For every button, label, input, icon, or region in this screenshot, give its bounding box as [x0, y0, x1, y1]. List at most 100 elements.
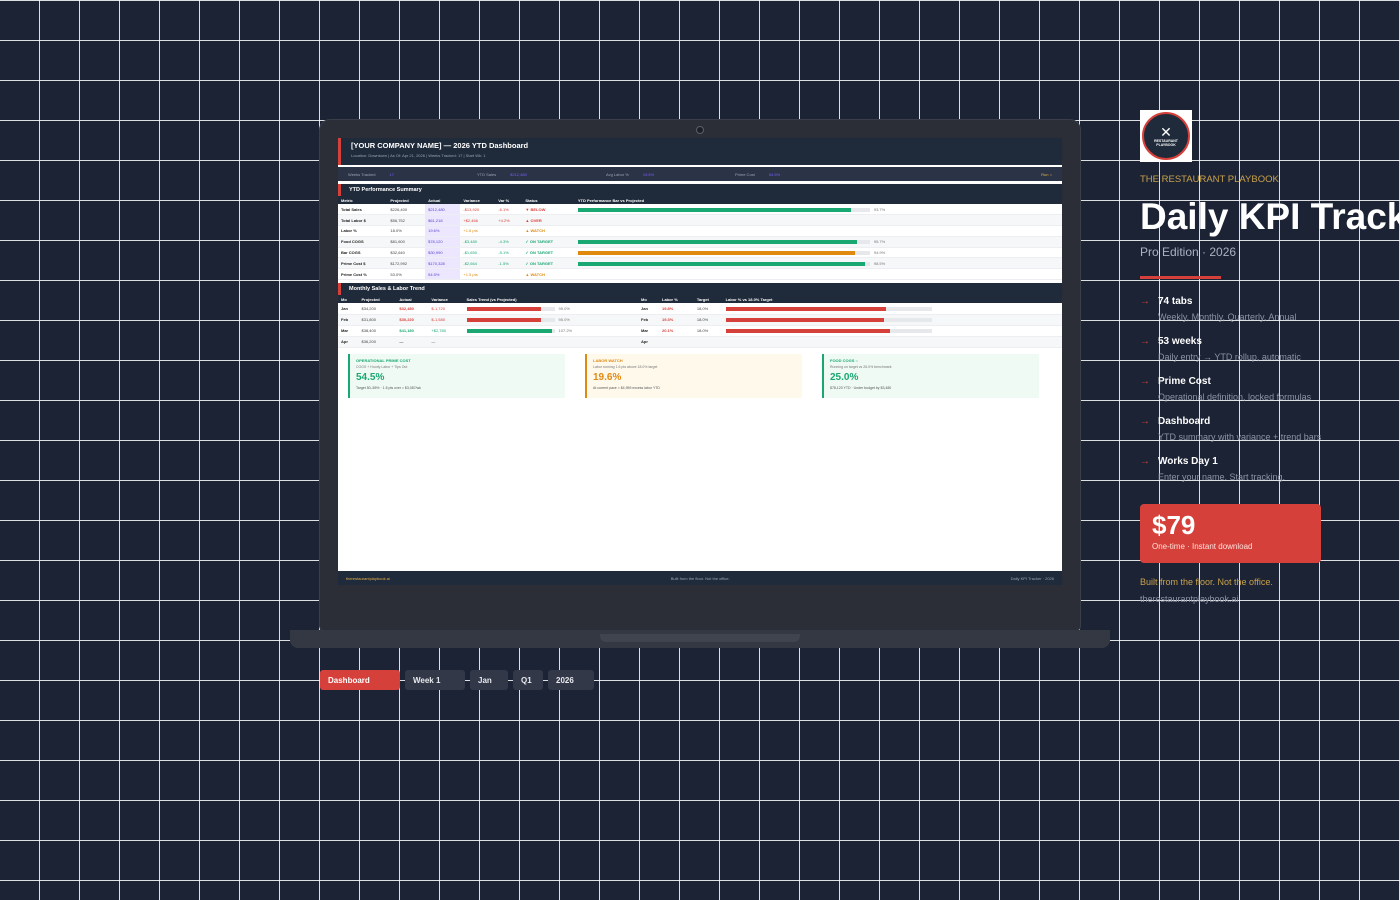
variance-pct-cell: -6.1%: [495, 204, 523, 216]
table-row: Bar COGS $32,640 $30,990 -$1,650 -5.1% ✓ ON T…: [338, 247, 1062, 259]
ytd-column-header: Metric: [338, 196, 388, 204]
laptop-frame: [YOUR COMPANY NAME] — 2026 YTD Dashboard…: [320, 120, 1080, 630]
arrow-right-icon: →: [1140, 296, 1150, 307]
tab-dashboard[interactable]: Dashboard: [320, 670, 400, 690]
sales-bar-label: 107.2%: [558, 328, 573, 334]
feature-description: YTD summary with variance + trend bars: [1158, 432, 1322, 442]
crossed-utensils-icon: ✕: [1160, 124, 1172, 140]
feature-list: → 74 tabs Weekly, Monthly, Quarterly, Annu…: [1140, 296, 1395, 496]
monthly-trend: Mo Projected Actual Variance Sales Trend (vs…: [338, 295, 1062, 348]
actual-cell[interactable]: 54.5%: [425, 268, 461, 281]
actual-cell[interactable]: $212,480: [425, 204, 461, 216]
variance-pct-cell: [495, 225, 523, 237]
stat-prime: Prime Cost 54.5%: [735, 172, 864, 177]
performance-bar-cell: 95.7%: [574, 236, 1062, 248]
feature-title: Dashboard: [1158, 416, 1211, 427]
stat-value: 54.5%: [768, 171, 781, 177]
feature-title: 74 tabs: [1158, 296, 1193, 307]
sales-trend-table: Mo Projected Actual Variance Sales Trend (vs…: [338, 295, 638, 348]
actual-cell[interactable]: $170,328: [425, 257, 461, 270]
stat-strip: Weeks Tracked 17 YTD Sales $212,480 Avg La…: [338, 167, 1062, 181]
stat-label: Avg Labor %: [606, 171, 629, 177]
sales-bar-label: 95.0%: [558, 317, 570, 323]
month-cell: Jan: [338, 303, 359, 315]
stat-label: YTD Sales: [477, 171, 497, 177]
status-badge: ✓ ON TARGET: [522, 236, 575, 248]
dashboard-footer: therestaurantplaybook.ai Built from the …: [338, 571, 1062, 585]
performance-bar-label: 93.7%: [873, 206, 886, 212]
status-badge: ▲ WATCH: [522, 268, 575, 281]
feature-item: → Works Day 1 Enter your name. Start track…: [1140, 456, 1395, 496]
performance-bar-cell: 93.7%: [574, 204, 1062, 216]
projected-cell: $56,752: [387, 214, 426, 227]
ytd-section-title: YTD Performance Summary: [338, 184, 1062, 196]
stat-label: Prime Cost: [735, 171, 755, 177]
labor-bar: [725, 329, 932, 334]
table-row: Jan $34,200 $32,480 $-1,720 95.0%: [338, 303, 638, 315]
footer-tagline: Built from the floor. Not the office.: [670, 575, 730, 581]
laptop-notch: [600, 634, 800, 642]
month-cell: Mar: [638, 325, 659, 337]
actual-cell[interactable]: $30,990: [425, 247, 461, 259]
metric-cell: Total Sales: [338, 204, 388, 216]
sales-bar: [466, 306, 555, 311]
actual-cell[interactable]: $61,218: [425, 214, 461, 227]
tab-jan[interactable]: Jan: [470, 670, 508, 690]
run-badge[interactable]: Run ○: [1041, 172, 1052, 177]
sales-bar-cell: 95.0%: [463, 314, 638, 326]
metric-cell: Total Labor $: [338, 214, 388, 227]
table-row: Mar $38,400 $41,180 +$2,780 107.2%: [338, 325, 638, 337]
sales-bar-cell: 95.0%: [463, 303, 638, 315]
kpi-card-value: 19.6%: [593, 371, 622, 383]
month-cell: Apr: [338, 336, 359, 348]
labor-pct-cell: 20.1%: [659, 325, 694, 337]
kpi-card-description: Labor running 1.6 pts above 18.0% target: [593, 364, 658, 369]
dashboard-subtitle: Location: Downtown | As Of: Apr 21, 2026…: [351, 153, 486, 158]
kpi-card-value: 54.5%: [356, 371, 385, 383]
projected-cell: $172,992: [387, 257, 426, 270]
performance-bar-cell: [574, 214, 1062, 227]
variance-cell: +$2,466: [460, 214, 496, 227]
laptop-base: [290, 630, 1110, 648]
kpi-card-footnote: $78,120 YTD · Under budget by $3,480: [830, 385, 892, 390]
month-cell: Feb: [338, 314, 359, 326]
feature-description: Weekly, Monthly, Quarterly, Annual: [1158, 312, 1297, 322]
projected-cell: $31,800: [358, 314, 397, 326]
kpi-cards: OPERATIONAL PRIME COST COGS + Hourly Labo…: [338, 348, 1062, 404]
tab-week-1[interactable]: Week 1: [405, 670, 465, 690]
projected-cell: $34,200: [358, 303, 397, 315]
tab-2026[interactable]: 2026: [548, 670, 594, 690]
labor-bar: [725, 318, 932, 323]
kpi-card: LABOR WATCH Labor running 1.6 pts above 1…: [585, 353, 802, 398]
kpi-card-description: COGS + Hourly Labor + Tips Out: [356, 364, 408, 369]
actual-cell: —: [396, 336, 429, 348]
variance-cell: —: [428, 336, 464, 348]
variance-cell: -$3,480: [460, 236, 496, 248]
stat-value: 19.6%: [642, 171, 655, 177]
table-row: Feb 19.3% 18.0%: [638, 314, 1062, 326]
dashboard-header: [YOUR COMPANY NAME] — 2026 YTD Dashboard…: [338, 138, 1062, 165]
product-title: Daily KPI Tracker: [1140, 196, 1400, 237]
projected-cell: $32,640: [387, 247, 426, 259]
ytd-column-header: Status: [522, 196, 575, 204]
site-link[interactable]: therestaurantplaybook.ai: [1140, 594, 1239, 604]
sales-bar-cell: [463, 336, 638, 348]
status-badge: ✓ ON TARGET: [522, 247, 575, 259]
table-row: Prime Cost % 53.0% 54.5% +1.5 pts ▲ WATCH: [338, 268, 1062, 281]
kpi-card-description: Running on target vs 26.0% benchmark: [830, 364, 892, 369]
actual-cell: $30,220: [396, 314, 429, 326]
feature-item: → 74 tabs Weekly, Monthly, Quarterly, Annu…: [1140, 296, 1395, 336]
actual-cell[interactable]: $78,120: [425, 236, 461, 248]
sales-column-header: Projected: [358, 295, 397, 304]
price-box[interactable]: $79 One-time · Instant download: [1140, 504, 1321, 563]
feature-title: Works Day 1: [1158, 456, 1218, 467]
actual-cell[interactable]: 19.6%: [425, 225, 461, 237]
performance-bar-label: 98.5%: [873, 260, 886, 266]
variance-cell: $-1,720: [428, 303, 464, 315]
sales-bar: [466, 329, 555, 334]
performance-bar: [577, 251, 870, 256]
feature-item: → 53 weeks Daily entry → YTD rollup, autom…: [1140, 336, 1395, 376]
tab-q1[interactable]: Q1: [513, 670, 543, 690]
stat-labor: Avg Labor % 19.6%: [606, 172, 735, 177]
footer-site[interactable]: therestaurantplaybook.ai: [346, 576, 390, 581]
